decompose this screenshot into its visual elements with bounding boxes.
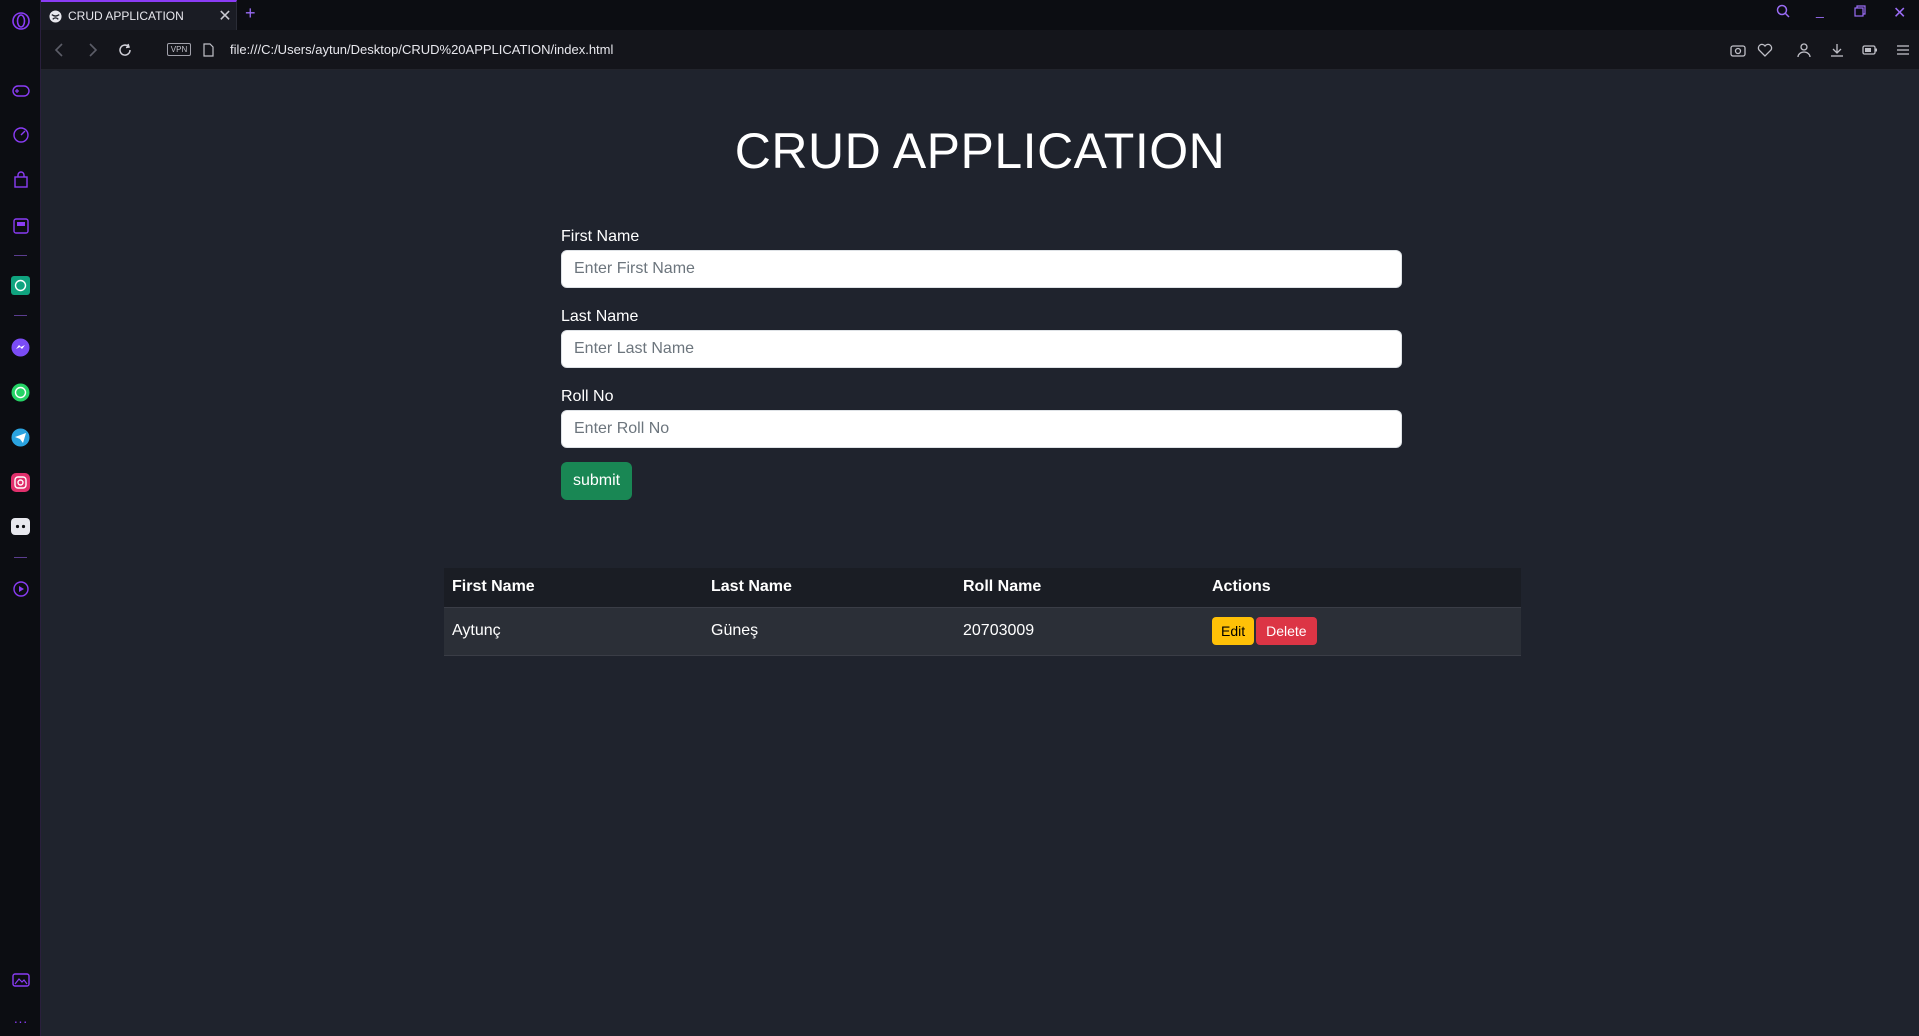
profile-icon[interactable] bbox=[1796, 42, 1812, 58]
tab-title: CRUD APPLICATION bbox=[68, 9, 184, 23]
address-bar: VPN file:///C:/Users/aytun/Desktop/CRUD%… bbox=[41, 30, 1919, 70]
gallery-icon[interactable] bbox=[10, 969, 31, 990]
sidebar-divider bbox=[14, 255, 27, 256]
close-tab-icon[interactable]: ✕ bbox=[214, 6, 236, 26]
news-icon[interactable] bbox=[10, 215, 31, 236]
discord-icon[interactable] bbox=[10, 516, 31, 537]
first-name-label: First Name bbox=[561, 228, 640, 245]
tab-crud-application[interactable]: CRUD APPLICATION ✕ bbox=[41, 0, 237, 30]
url-text[interactable]: file:///C:/Users/aytun/Desktop/CRUD%20AP… bbox=[230, 42, 613, 57]
edit-button[interactable]: Edit bbox=[1212, 617, 1255, 645]
download-icon[interactable] bbox=[1829, 42, 1845, 58]
gamepad-icon[interactable] bbox=[10, 80, 31, 101]
back-button[interactable] bbox=[49, 40, 69, 60]
cell-actions: Edit Delete bbox=[1204, 607, 1521, 656]
submit-button[interactable]: submit bbox=[561, 462, 633, 500]
whatsapp-icon[interactable] bbox=[10, 382, 31, 403]
globe-icon bbox=[49, 9, 62, 23]
header-roll-name: Roll Name bbox=[955, 568, 1204, 608]
cell-roll: 20703009 bbox=[955, 607, 1204, 656]
header-first-name: First Name bbox=[444, 568, 703, 608]
easy-setup-icon[interactable] bbox=[1895, 42, 1911, 58]
delete-button[interactable]: Delete bbox=[1256, 617, 1317, 645]
telegram-icon[interactable] bbox=[10, 427, 31, 448]
sidebar-divider bbox=[14, 315, 27, 316]
roll-no-label: Roll No bbox=[561, 388, 614, 405]
last-name-label: Last Name bbox=[561, 308, 639, 325]
new-tab-button[interactable]: + bbox=[245, 3, 256, 24]
file-icon bbox=[198, 40, 218, 60]
page-content: CRUD APPLICATION First Name Last Name Ro… bbox=[41, 70, 1919, 1036]
students-table: First Name Last Name Roll Name Actions A… bbox=[444, 568, 1521, 656]
header-last-name: Last Name bbox=[703, 568, 955, 608]
battery-saver-icon[interactable] bbox=[1862, 42, 1878, 58]
player-icon[interactable] bbox=[10, 578, 31, 599]
last-name-input[interactable] bbox=[561, 330, 1402, 368]
opera-logo-icon[interactable] bbox=[10, 10, 31, 31]
instagram-icon[interactable] bbox=[10, 472, 31, 493]
page-title: CRUD APPLICATION bbox=[734, 123, 1226, 179]
forward-button[interactable] bbox=[83, 40, 103, 60]
bag-icon[interactable] bbox=[10, 169, 31, 190]
student-form: First Name Last Name Roll No submit bbox=[561, 228, 1402, 500]
sidebar-divider bbox=[14, 557, 27, 558]
more-icon[interactable]: ··· bbox=[10, 1010, 31, 1031]
roll-no-input[interactable] bbox=[561, 410, 1402, 448]
cell-last-name: Güneş bbox=[703, 607, 955, 656]
close-window-button[interactable]: ✕ bbox=[1893, 3, 1906, 23]
header-actions: Actions bbox=[1204, 568, 1521, 608]
camera-icon[interactable] bbox=[1730, 42, 1746, 58]
search-tabs-icon[interactable] bbox=[1776, 4, 1790, 21]
speed-dial-icon[interactable] bbox=[10, 124, 31, 145]
first-name-input[interactable] bbox=[561, 250, 1402, 288]
cell-first-name: Aytunç bbox=[444, 607, 703, 656]
vpn-badge[interactable]: VPN bbox=[167, 43, 191, 56]
chatgpt-icon[interactable] bbox=[10, 275, 31, 296]
table-header-row: First Name Last Name Roll Name Actions bbox=[444, 568, 1521, 608]
heart-icon[interactable] bbox=[1757, 42, 1773, 58]
minimize-button[interactable]: _ bbox=[1816, 2, 1824, 18]
messenger-icon[interactable] bbox=[10, 337, 31, 358]
reload-button[interactable] bbox=[115, 40, 135, 60]
table-row: Aytunç Güneş 20703009 Edit Delete bbox=[444, 607, 1521, 656]
browser-sidebar: ··· bbox=[0, 0, 41, 1036]
restore-button[interactable] bbox=[1854, 4, 1866, 20]
tab-bar: CRUD APPLICATION ✕ + _ ✕ bbox=[41, 0, 1919, 30]
